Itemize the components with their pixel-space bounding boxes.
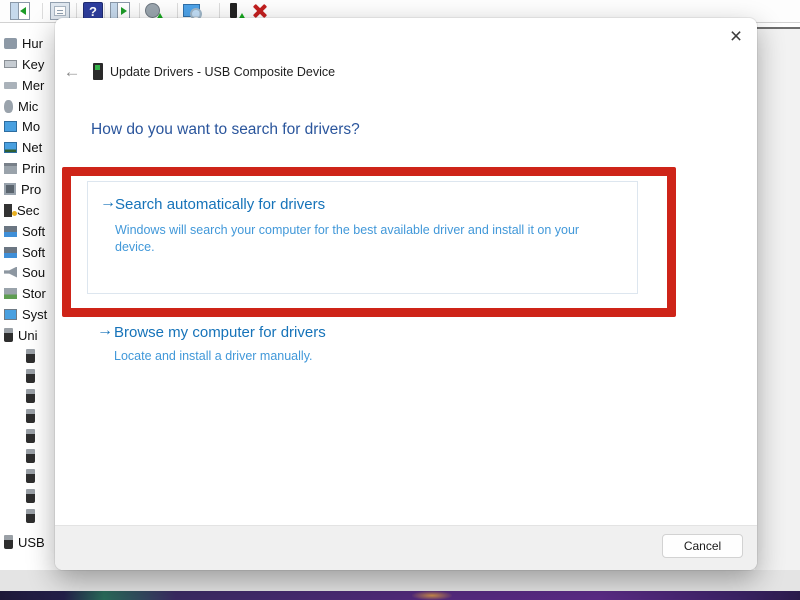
tree-item-sec-8[interactable]: Sec: [4, 201, 39, 219]
console-tree-icon[interactable]: [10, 2, 30, 20]
toolbar-separator: [104, 3, 105, 19]
usb-device-icon[interactable]: [26, 409, 35, 423]
hid-icon: [4, 37, 17, 49]
back-button[interactable]: ←: [61, 62, 83, 82]
tree-item-label: Mer: [22, 77, 45, 93]
tree-item-soft-10[interactable]: Soft: [4, 243, 45, 261]
tree-item-label: Stor: [22, 285, 46, 301]
tree-item-label: Key: [22, 56, 45, 72]
storage-icon: [4, 287, 17, 299]
help-icon-glyph: ?: [89, 3, 97, 19]
close-button[interactable]: ×: [723, 24, 749, 50]
mouse-icon: [4, 99, 13, 113]
tree-item-net-5[interactable]: Net: [4, 138, 42, 156]
memory-icon: [4, 81, 17, 89]
dialog-footer: Cancel: [55, 525, 757, 570]
desktop-wallpaper-strip: [0, 591, 800, 600]
cancel-button[interactable]: Cancel: [662, 534, 743, 558]
printer-icon: [4, 162, 17, 174]
tree-item-label: Net: [22, 139, 43, 155]
tree-item-hur-0[interactable]: Hur: [4, 34, 43, 52]
tree-item-label: Syst: [22, 306, 48, 322]
option-browse-computer-title[interactable]: Browse my computer for drivers: [114, 324, 326, 341]
tree-item-label: Soft: [22, 223, 46, 239]
tree-item-key-1[interactable]: Key: [4, 55, 44, 73]
device-icon: [93, 63, 103, 80]
usb-device-icon[interactable]: [26, 369, 35, 383]
arrow-right-icon: →: [97, 322, 113, 339]
network-icon: [4, 141, 17, 153]
option-search-automatically-title[interactable]: Search automatically for drivers: [115, 196, 325, 213]
software-icon: [4, 225, 17, 237]
dialog-title: Update Drivers - USB Composite Device: [110, 65, 336, 79]
tree-item-uni-14[interactable]: Uni: [4, 326, 38, 344]
usb-device-icon[interactable]: [26, 469, 35, 483]
usb-icon: [4, 328, 13, 342]
tree-item-label: USB: [18, 534, 45, 550]
software-icon: [4, 246, 17, 258]
processor-icon: [4, 183, 16, 195]
toolbar-separator: [177, 3, 178, 19]
security-icon: [4, 203, 17, 217]
tree-item-mo-4[interactable]: Mo: [4, 117, 40, 135]
system-icon: [4, 308, 17, 320]
update-drivers-dialog: × ← Update Drivers - USB Composite Devic…: [55, 18, 757, 570]
tree-item-label: Sou: [22, 264, 46, 280]
usb-icon: [4, 535, 13, 549]
tree-item-syst-13[interactable]: Syst: [4, 305, 47, 323]
tree-item-usb-bottom[interactable]: USB: [4, 533, 45, 551]
usb-device-icon[interactable]: [26, 349, 35, 363]
sound-icon: [4, 266, 17, 278]
screen: { "toolbar": { "icons": [ { "name": "con…: [0, 0, 800, 600]
usb-device-icon[interactable]: [26, 509, 35, 523]
toolbar-separator: [76, 3, 77, 19]
tree-item-mic-3[interactable]: Mic: [4, 97, 38, 115]
tree-item-sou-11[interactable]: Sou: [4, 263, 45, 281]
device-tree-panel: Hur Key Mer Mic Mo Net Prin Pro Sec Soft Soft Sou St…: [0, 23, 62, 570]
usb-device-icon[interactable]: [26, 489, 35, 503]
tree-item-pro-7[interactable]: Pro: [4, 180, 41, 198]
keyboard-icon: [4, 60, 17, 68]
toolbar-separator: [139, 3, 140, 19]
usb-device-icon[interactable]: [26, 449, 35, 463]
tree-item-label: Mo: [22, 118, 41, 134]
option-browse-computer[interactable]: → Browse my computer for drivers Locate …: [87, 322, 647, 383]
option-search-automatically-description: Windows will search your computer for th…: [115, 223, 580, 254]
toolbar-separator: [219, 3, 220, 19]
tree-item-label: Pro: [21, 181, 42, 197]
tree-item-label: Uni: [18, 327, 38, 343]
option-search-automatically[interactable]: → Search automatically for drivers Windo…: [87, 181, 638, 294]
tree-item-prin-6[interactable]: Prin: [4, 159, 45, 177]
tree-item-label: Soft: [22, 244, 46, 260]
window-background-right: [755, 0, 800, 570]
dialog-heading: How do you want to search for drivers?: [91, 121, 360, 138]
tree-item-label: Mic: [18, 98, 39, 114]
tree-item-label: Sec: [17, 202, 40, 218]
usb-device-icon[interactable]: [26, 389, 35, 403]
monitor-icon: [4, 120, 17, 132]
tree-item-label: Hur: [22, 35, 43, 51]
window-background-bottom: [0, 570, 800, 591]
arrow-right-icon: →: [100, 194, 116, 211]
tree-item-stor-12[interactable]: Stor: [4, 284, 46, 302]
option-browse-computer-description: Locate and install a driver manually.: [114, 349, 313, 363]
usb-device-icon[interactable]: [26, 429, 35, 443]
tree-item-soft-9[interactable]: Soft: [4, 222, 45, 240]
tree-item-label: Prin: [22, 160, 46, 176]
tree-item-mer-2[interactable]: Mer: [4, 76, 44, 94]
toolbar-separator: [42, 3, 43, 19]
